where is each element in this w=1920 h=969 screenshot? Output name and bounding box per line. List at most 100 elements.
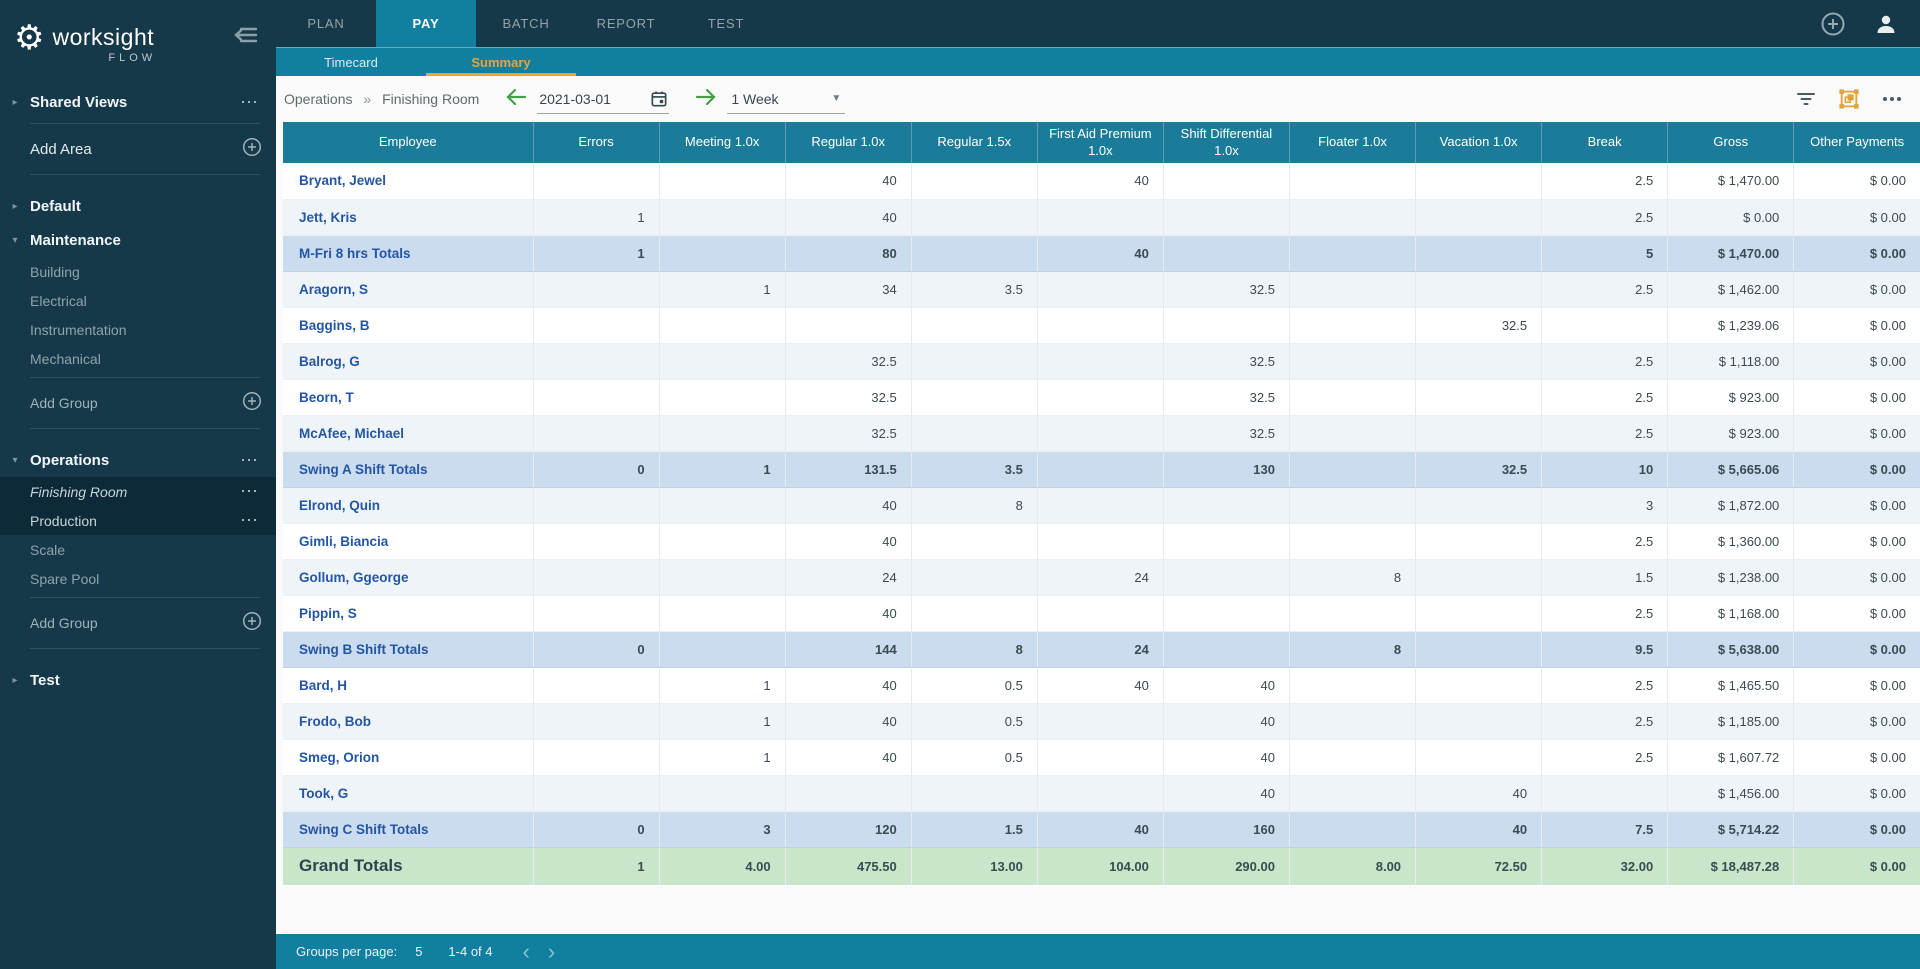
table-cell [1289,307,1417,344]
employee-name-link[interactable]: Took, G [283,775,534,812]
collapse-sidebar-icon[interactable] [232,24,258,51]
sidebar-item-spare-pool[interactable]: Spare Pool [0,564,276,593]
sidebar-section-maintenance[interactable]: ▾ Maintenance [0,223,276,257]
column-header-regular-1-0x[interactable]: Regular 1.0x [785,122,912,163]
table-cell: 24 [1037,631,1164,668]
filter-icon[interactable] [1796,91,1816,107]
table-row-swing-c-shift-totals: Swing C Shift Totals 0 3 120 1.5 40 160 40 7.5 $ … [283,811,1920,848]
add-group-button-operations[interactable]: Add Group [0,602,276,644]
sidebar-section-test-label: Test [30,671,60,689]
employee-name-link[interactable]: Jett, Kris [283,199,534,236]
column-header-shift-differential-1-0x[interactable]: Shift Differential 1.0x [1163,122,1290,163]
sidebar-item-shared-views[interactable]: ▸ Shared Views ⋯ [0,85,276,119]
table-cell [911,559,1038,596]
employee-name-link[interactable]: McAfee, Michael [283,415,534,452]
chevron-left-icon[interactable]: ‹ [523,940,530,963]
table-cell: 32.5 [785,343,912,380]
column-header-floater-1-0x[interactable]: Floater 1.0x [1289,122,1417,163]
add-area-button[interactable]: Add Area [0,128,276,170]
sidebar-item-finishing-room[interactable]: Finishing Room ⋯ [0,477,276,506]
sidebar-section-operations[interactable]: ▾ Operations ⋯ [0,443,276,477]
employee-name-link[interactable]: Smeg, Orion [283,739,534,776]
more-options-icon[interactable]: ⋯ [240,450,260,471]
column-header-meeting-1-0x[interactable]: Meeting 1.0x [659,122,786,163]
table-cell: $ 1,118.00 [1667,343,1795,380]
employee-name-link[interactable]: Baggins, B [283,307,534,344]
table-cell: $ 0.00 [1793,235,1920,272]
more-options-icon[interactable]: ⋯ [240,92,260,113]
batch-frame-icon[interactable] [1838,88,1860,110]
column-header-first-aid-premium-1-0x[interactable]: First Aid Premium 1.0x [1037,122,1164,163]
table-cell: $ 0.00 [1793,379,1920,416]
nav-tab-batch[interactable]: BATCH [476,0,576,47]
sidebar-section-default[interactable]: ▸ Default [0,189,276,223]
breadcrumb-area[interactable]: Operations [284,91,352,107]
add-group-button-maintenance[interactable]: Add Group [0,382,276,424]
sidebar-item-instrumentation[interactable]: Instrumentation [0,315,276,344]
employee-name-link[interactable]: Pippin, S [283,595,534,632]
table-cell [1163,631,1290,668]
add-circle-icon[interactable] [1820,11,1846,37]
employee-name-link[interactable]: Gimli, Biancia [283,523,534,560]
date-field[interactable]: 2021-03-01 [537,84,670,114]
table-row-employee-baggins-b: Baggins, B 32.5 $ 1,239.06 $ 0.00 [283,307,1920,344]
column-header-employee[interactable]: Employee [283,122,534,163]
table-cell: 13.00 [911,847,1038,885]
table-cell: 2.5 [1541,379,1669,416]
add-icon[interactable] [242,137,262,162]
employee-name-link[interactable]: Elrond, Quin [283,487,534,524]
sidebar-item-electrical[interactable]: Electrical [0,286,276,315]
employee-name-link[interactable]: Beorn, T [283,379,534,416]
more-options-icon[interactable]: ⋯ [240,481,260,502]
table-cell: 2.5 [1541,739,1669,776]
calendar-icon[interactable] [649,89,669,109]
nav-tab-test[interactable]: TEST [676,0,776,47]
account-icon[interactable] [1874,12,1898,36]
table-cell: $ 0.00 [1793,307,1920,344]
page-size-select[interactable]: 5 [415,944,422,959]
sidebar-item-production[interactable]: Production ⋯ [0,506,276,535]
column-header-errors[interactable]: Errors [533,122,660,163]
chevron-right-icon[interactable]: › [548,940,555,963]
nav-tab-pay[interactable]: PAY [376,0,476,47]
add-icon[interactable] [242,611,262,636]
nav-tab-plan[interactable]: PLAN [276,0,376,47]
column-header-break[interactable]: Break [1541,122,1669,163]
column-header-gross[interactable]: Gross [1667,122,1795,163]
table-cell: 24 [785,559,912,596]
table-cell: 40 [785,739,912,776]
period-select[interactable]: 1 Week ▼ [727,84,846,114]
column-header-regular-1-5x[interactable]: Regular 1.5x [911,122,1038,163]
table-cell: 8 [911,487,1038,524]
nav-tab-report[interactable]: REPORT [576,0,676,47]
employee-name-link[interactable]: Gollum, Ggeorge [283,559,534,596]
sidebar-item-mechanical[interactable]: Mechanical [0,344,276,373]
table-cell: 32.5 [1163,379,1290,416]
more-options-icon[interactable]: ⋯ [240,510,260,531]
table-cell: 40 [1415,775,1543,812]
employee-name-link[interactable]: Frodo, Bob [283,703,534,740]
tab-timecard[interactable]: Timecard [276,48,426,76]
employee-name-link[interactable]: Balrog, G [283,343,534,380]
table-cell [659,199,786,236]
employee-name-link[interactable]: Bard, H [283,667,534,704]
employee-name-link[interactable]: Bryant, Jewel [283,163,534,200]
more-options-icon[interactable] [1882,96,1902,102]
table-cell [1415,523,1543,560]
table-cell: 2.5 [1541,523,1669,560]
previous-period-icon[interactable] [505,88,527,111]
table-cell [659,559,786,596]
employee-name-link[interactable]: Aragorn, S [283,271,534,308]
column-header-other-payments[interactable]: Other Payments [1793,122,1920,163]
table-cell [1037,739,1164,776]
sidebar-section-test[interactable]: ▸ Test [0,663,276,697]
sidebar-item-scale[interactable]: Scale [0,535,276,564]
column-header-vacation-1-0x[interactable]: Vacation 1.0x [1415,122,1543,163]
table-cell: $ 1,238.00 [1667,559,1795,596]
next-period-icon[interactable] [695,88,717,111]
add-icon[interactable] [242,391,262,416]
table-cell: $ 0.00 [1793,271,1920,308]
sidebar-item-building[interactable]: Building [0,257,276,286]
add-area-button-label: Add Area [30,140,92,158]
tab-summary[interactable]: Summary [426,48,576,76]
